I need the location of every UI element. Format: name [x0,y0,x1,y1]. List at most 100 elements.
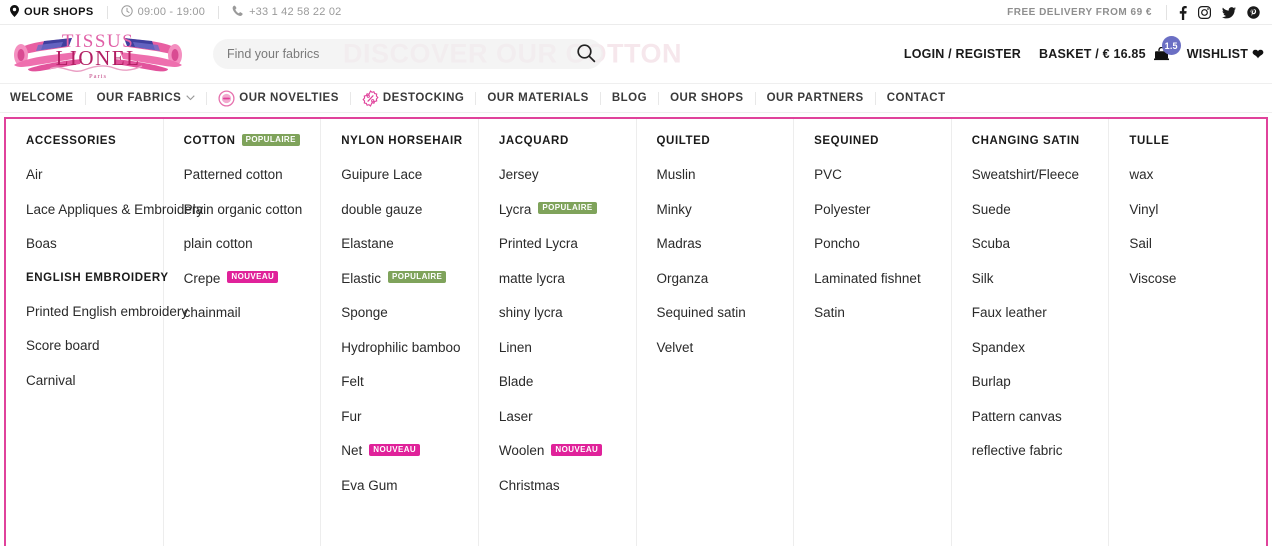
mega-link-eva-gum[interactable]: Eva Gum [341,479,470,493]
mega-link-chainmail[interactable]: chainmail [184,306,313,320]
mega-column-title[interactable]: ACCESSORIES [26,135,155,147]
mega-link-label: reflective fabric [972,444,1063,458]
mega-link-lycra[interactable]: LycraPOPULAIRE [499,203,628,217]
mega-link-pattern-canvas[interactable]: Pattern canvas [972,410,1101,424]
login-register-link[interactable]: LOGIN / REGISTER [904,47,1021,61]
nav-item-our-novelties[interactable]: OUR NOVELTIES [207,84,350,112]
site-header: TISSUS LIONEL Paris DISCOVER OUR COTTON … [0,25,1272,83]
mega-link-suede[interactable]: Suede [972,203,1101,217]
mega-link-lace-appliques-embroidery[interactable]: Lace Appliques & Embroidery [26,203,155,217]
search-input[interactable] [213,47,569,61]
mega-link-sail[interactable]: Sail [1129,237,1258,251]
mega-link-pvc[interactable]: PVC [814,168,943,182]
mega-link-label: Silk [972,272,994,286]
facebook-icon[interactable] [1179,6,1187,20]
mega-link-velvet[interactable]: Velvet [657,341,786,355]
nav-item-our-shops[interactable]: OUR SHOPS [659,84,755,112]
mega-link-elastane[interactable]: Elastane [341,237,470,251]
mega-link-viscose[interactable]: Viscose [1129,272,1258,286]
mega-link-vinyl[interactable]: Vinyl [1129,203,1258,217]
mega-link-shiny-lycra[interactable]: shiny lycra [499,306,628,320]
mega-column-title[interactable]: JACQUARD [499,135,628,147]
twitter-icon[interactable] [1222,7,1236,19]
mega-link-label: Score board [26,339,100,353]
topbar-phone[interactable]: +33 1 42 58 22 02 [232,5,354,20]
mega-link-label: Velvet [657,341,694,355]
pinterest-icon[interactable] [1247,6,1260,19]
basket-count-badge: 1.5 [1162,36,1181,55]
nav-item-welcome[interactable]: WELCOME [8,84,85,112]
mega-link-patterned-cotton[interactable]: Patterned cotton [184,168,313,182]
mega-link-label: Net [341,444,362,458]
mega-column-title[interactable]: QUILTED [657,135,786,147]
mega-link-label: Eva Gum [341,479,397,493]
nav-item-our-fabrics[interactable]: OUR FABRICS [86,84,207,112]
mega-link-label: Pattern canvas [972,410,1062,424]
nav-item-blog[interactable]: BLOG [601,84,658,112]
mega-link-jersey[interactable]: Jersey [499,168,628,182]
mega-link-printed-lycra[interactable]: Printed Lycra [499,237,628,251]
mega-link-christmas[interactable]: Christmas [499,479,628,493]
mega-link-muslin[interactable]: Muslin [657,168,786,182]
mega-link-faux-leather[interactable]: Faux leather [972,306,1101,320]
mega-link-score-board[interactable]: Score board [26,339,155,353]
mega-link-double-gauze[interactable]: double gauze [341,203,470,217]
mega-link-sequined-satin[interactable]: Sequined satin [657,306,786,320]
mega-link-scuba[interactable]: Scuba [972,237,1101,251]
mega-link-fur[interactable]: Fur [341,410,470,424]
chevron-down-icon [186,94,195,103]
mega-column-accessories: ACCESSORIES Air Lace Appliques & Embroider… [6,119,164,546]
nav-item-contact[interactable]: CONTACT [876,84,957,112]
mega-column-subtitle[interactable]: ENGLISH EMBROIDERY [26,272,155,284]
nav-item-destocking[interactable]: DESTOCKING [351,84,475,112]
mega-link-satin[interactable]: Satin [814,306,943,320]
mega-link-laminated-fishnet[interactable]: Laminated fishnet [814,272,943,286]
mega-link-burlap[interactable]: Burlap [972,375,1101,389]
site-logo[interactable]: TISSUS LIONEL Paris [8,29,188,79]
mega-link-carnival[interactable]: Carnival [26,374,155,388]
mega-column-title[interactable]: COTTONPOPULAIRE [184,135,313,147]
mega-link-laser[interactable]: Laser [499,410,628,424]
mega-link-boas[interactable]: Boas [26,237,155,251]
mega-link-reflective-fabric[interactable]: reflective fabric [972,444,1101,458]
search-submit-button[interactable] [569,39,603,69]
heart-icon: ❤ [1252,46,1264,63]
mega-link-elastic[interactable]: ElasticPOPULAIRE [341,272,470,286]
mega-link-guipure-lace[interactable]: Guipure Lace [341,168,470,182]
mega-link-hydrophilic-bamboo[interactable]: Hydrophilic bamboo [341,341,470,355]
mega-column-title[interactable]: TULLE [1129,135,1258,147]
mega-column-title[interactable]: SEQUINED [814,135,943,147]
nav-item-our-materials[interactable]: OUR MATERIALS [476,84,599,112]
nav-item-our-partners[interactable]: OUR PARTNERS [756,84,875,112]
mega-link-minky[interactable]: Minky [657,203,786,217]
mega-column-title[interactable]: CHANGING SATIN [972,135,1101,147]
mega-link-crepe[interactable]: CrepeNOUVEAU [184,272,313,286]
nav-label-blog: BLOG [612,92,647,104]
mega-link-plain-cotton[interactable]: plain cotton [184,237,313,251]
mega-column-title[interactable]: NYLON HORSEHAIR [341,135,470,147]
mega-link-label: Polyester [814,203,870,217]
mega-column-title-label: CHANGING SATIN [972,135,1080,147]
mega-link-silk[interactable]: Silk [972,272,1101,286]
mega-link-blade[interactable]: Blade [499,375,628,389]
mega-link-linen[interactable]: Linen [499,341,628,355]
mega-link-net[interactable]: NetNOUVEAU [341,444,470,458]
topbar-our-shops[interactable]: OUR SHOPS [8,5,107,20]
mega-link-poncho[interactable]: Poncho [814,237,943,251]
mega-link-organza[interactable]: Organza [657,272,786,286]
wishlist-link[interactable]: WISHLIST ❤ [1187,46,1264,63]
instagram-icon[interactable] [1198,6,1211,19]
mega-link-printed-english-embroidery[interactable]: Printed English embroidery [26,305,155,319]
mega-link-spandex[interactable]: Spandex [972,341,1101,355]
mega-link-matte-lycra[interactable]: matte lycra [499,272,628,286]
mega-link-sweatshirt-fleece[interactable]: Sweatshirt/Fleece [972,168,1101,182]
mega-link-plain-organic-cotton[interactable]: Plain organic cotton [184,203,313,217]
mega-link-woolen[interactable]: WoolenNOUVEAU [499,444,628,458]
mega-link-felt[interactable]: Felt [341,375,470,389]
mega-link-air[interactable]: Air [26,168,155,182]
mega-link-sponge[interactable]: Sponge [341,306,470,320]
mega-link-wax[interactable]: wax [1129,168,1258,182]
mega-link-madras[interactable]: Madras [657,237,786,251]
basket-link[interactable]: BASKET / € 16.85 1.5 [1039,47,1169,61]
mega-link-polyester[interactable]: Polyester [814,203,943,217]
